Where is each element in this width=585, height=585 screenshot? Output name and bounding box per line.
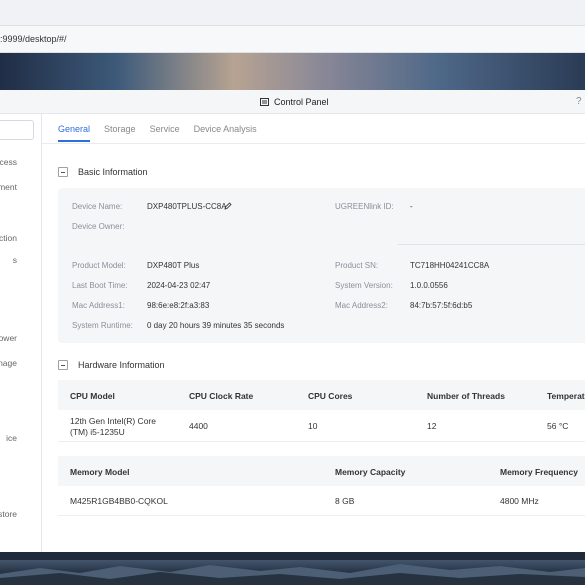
mac2-label: Mac Address2: bbox=[335, 301, 388, 310]
runtime-label: System Runtime: bbox=[72, 321, 133, 330]
control-panel-icon bbox=[260, 98, 269, 106]
collapse-basic-button[interactable] bbox=[58, 167, 68, 177]
window-titlebar[interactable]: Control Panel ? bbox=[0, 90, 585, 114]
edit-icon[interactable] bbox=[224, 202, 232, 210]
tab-bar: General Storage Service Device Analysis bbox=[58, 124, 271, 142]
last-boot-label: Last Boot Time: bbox=[72, 281, 128, 290]
sidebar-item-management[interactable]: ment bbox=[0, 182, 17, 192]
tab-service[interactable]: Service bbox=[150, 124, 180, 142]
cpu-table-header: CPU Model CPU Clock Rate CPU Cores Numbe… bbox=[58, 380, 585, 410]
main-content: General Storage Service Device Analysis … bbox=[42, 114, 585, 552]
url-text[interactable]: :9999/desktop/#/ bbox=[0, 34, 67, 44]
table-row: M425R1GB4BB0-CQKOL 8 GB 4800 MHz bbox=[58, 486, 585, 516]
last-boot-value: 2024-04-23 02:47 bbox=[147, 281, 211, 290]
hardware-info-header: Hardware Information bbox=[58, 360, 165, 370]
cpu-clock-header: CPU Clock Rate bbox=[189, 391, 254, 401]
basic-info-header: Basic Information bbox=[58, 167, 148, 177]
mac1-label: Mac Address1: bbox=[72, 301, 125, 310]
tab-device-analysis[interactable]: Device Analysis bbox=[194, 124, 257, 142]
tab-divider bbox=[42, 143, 585, 144]
table-row: 12th Gen Intel(R) Core (TM) i5-1235U 440… bbox=[58, 410, 585, 442]
info-divider-short bbox=[398, 244, 585, 245]
tab-storage[interactable]: Storage bbox=[104, 124, 136, 142]
cpu-clock-value: 4400 bbox=[189, 421, 208, 431]
device-owner-label: Device Owner: bbox=[72, 222, 125, 231]
sidebar-item-access[interactable]: cess bbox=[0, 157, 17, 167]
memory-model-value: M425R1GB4BB0-CQKOL bbox=[70, 496, 168, 506]
mac1-value: 98:6e:e8:2f:a3:83 bbox=[147, 301, 210, 310]
sidebar-item-service[interactable]: ice bbox=[6, 433, 17, 443]
control-panel-window: Control Panel ? cess ment ection s Power… bbox=[0, 90, 585, 552]
device-name-label: Device Name: bbox=[72, 202, 123, 211]
memory-frequency-header: Memory Frequency bbox=[500, 467, 578, 477]
product-sn-value: TC718HH04241CC8A bbox=[410, 261, 490, 270]
memory-capacity-value: 8 GB bbox=[335, 496, 355, 506]
runtime-value: 0 day 20 hours 39 minutes 35 seconds bbox=[147, 321, 285, 330]
mountains-image bbox=[0, 564, 585, 585]
cpu-cores-value: 10 bbox=[308, 421, 318, 431]
sidebar-item-storage-manage[interactable]: nage bbox=[0, 358, 17, 368]
system-version-value: 1.0.0.0556 bbox=[410, 281, 448, 290]
cpu-model-line2: (TM) i5-1235U bbox=[70, 427, 125, 437]
help-button[interactable]: ? bbox=[576, 96, 582, 107]
sidebar-search-input[interactable] bbox=[0, 120, 34, 140]
sidebar-item-power[interactable]: Power bbox=[0, 333, 17, 343]
mac2-value: 84:7b:57:5f:6d:b5 bbox=[410, 301, 473, 310]
basic-info-title: Basic Information bbox=[78, 167, 148, 177]
memory-model-header: Memory Model bbox=[70, 467, 130, 477]
window-title: Control Panel bbox=[274, 97, 329, 107]
basic-info-panel: Device Name: DXP480TPLUS-CC8A UGREENlink… bbox=[58, 188, 585, 343]
memory-table: Memory Model Memory Capacity Memory Freq… bbox=[58, 456, 585, 516]
threads-header: Number of Threads bbox=[427, 391, 505, 401]
cpu-model-header: CPU Model bbox=[70, 391, 115, 401]
desktop-wallpaper-top bbox=[0, 53, 585, 90]
product-sn-label: Product SN: bbox=[335, 261, 379, 270]
threads-value: 12 bbox=[427, 421, 437, 431]
cpu-model-line1: 12th Gen Intel(R) Core bbox=[70, 416, 156, 426]
device-name-value: DXP480TPLUS-CC8A bbox=[147, 202, 227, 211]
ugreenlink-value: - bbox=[410, 202, 413, 211]
ugreenlink-label: UGREENlink ID: bbox=[335, 202, 394, 211]
cpu-table: CPU Model CPU Clock Rate CPU Cores Numbe… bbox=[58, 380, 585, 442]
memory-table-header: Memory Model Memory Capacity Memory Freq… bbox=[58, 456, 585, 486]
temperature-header: Temperatu bbox=[547, 391, 585, 401]
memory-capacity-header: Memory Capacity bbox=[335, 467, 406, 477]
hardware-info-title: Hardware Information bbox=[78, 360, 165, 370]
system-version-label: System Version: bbox=[335, 281, 393, 290]
browser-tab-strip bbox=[0, 0, 585, 26]
cpu-cores-header: CPU Cores bbox=[308, 391, 353, 401]
desktop-wallpaper-bottom bbox=[0, 560, 585, 585]
sidebar: cess ment ection s Power nage ice store bbox=[0, 114, 42, 552]
collapse-hardware-button[interactable] bbox=[58, 360, 68, 370]
product-model-label: Product Model: bbox=[72, 261, 126, 270]
address-bar[interactable]: :9999/desktop/#/ bbox=[0, 26, 585, 53]
product-model-value: DXP480T Plus bbox=[147, 261, 200, 270]
temperature-value: 56 °C bbox=[547, 421, 569, 431]
tab-general[interactable]: General bbox=[58, 124, 91, 142]
sidebar-item-protection[interactable]: ection bbox=[0, 233, 17, 243]
memory-frequency-value: 4800 MHz bbox=[500, 496, 539, 506]
sidebar-item-app-store[interactable]: store bbox=[0, 509, 17, 519]
sidebar-item-s[interactable]: s bbox=[13, 255, 17, 265]
